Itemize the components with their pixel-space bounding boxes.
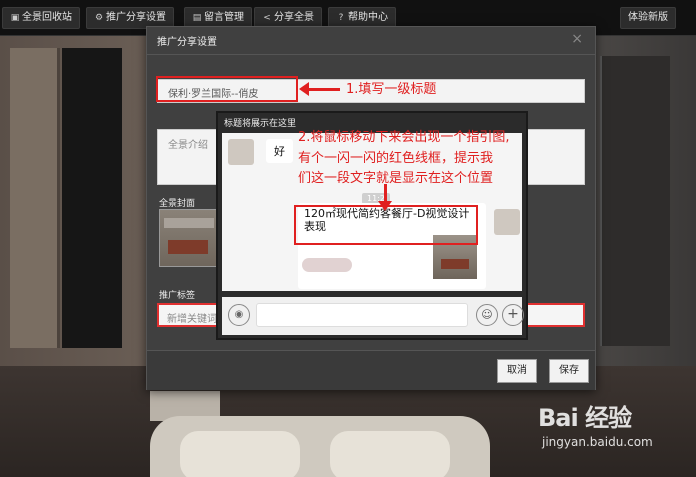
pillow-left xyxy=(180,431,300,477)
recycle-bin-button[interactable]: ▣ 全景回收站 xyxy=(2,7,80,29)
cancel-button[interactable]: 取消 xyxy=(497,359,537,383)
question-icon: ? xyxy=(338,13,344,23)
pillow-right xyxy=(330,431,450,477)
cover-label: 全景封面 xyxy=(159,199,196,209)
comment-icon: ▤ xyxy=(192,13,202,23)
share-panorama-label: 分享全景 xyxy=(274,12,314,23)
step2-annotation-line2: 有个一闪一闪的红色线框，提示我 xyxy=(298,151,494,166)
try-new-version-button[interactable]: 体验新版 xyxy=(620,7,676,29)
chat-input[interactable] xyxy=(256,303,468,327)
watermark-site: jingyan.baidu.com xyxy=(542,435,653,449)
emoji-icon[interactable]: ☺ xyxy=(476,304,498,326)
chat-input-bar: ◉ ☺ + xyxy=(222,297,524,335)
step1-annotation: 1.填写一级标题 xyxy=(346,82,437,97)
avatar xyxy=(228,139,254,165)
watermark-logo: Bai 经验 xyxy=(538,404,632,432)
message-bubble: 好 xyxy=(266,139,293,163)
arrow-left-icon xyxy=(299,82,340,96)
message-manage-label: 留言管理 xyxy=(204,12,244,23)
title-highlight-box xyxy=(156,76,298,102)
dialog-footer: 取消 保存 xyxy=(147,350,595,390)
card-title-highlight-box xyxy=(294,205,478,245)
wardrobe-dark-panel xyxy=(62,48,122,348)
save-button[interactable]: 保存 xyxy=(549,359,589,383)
help-center-label: 帮助中心 xyxy=(348,12,388,23)
plus-icon[interactable]: + xyxy=(502,304,524,326)
step2-annotation-line3: 们这一段文字就是显示在这个位置 xyxy=(298,171,494,186)
close-icon[interactable]: × xyxy=(571,31,583,47)
blurred-text xyxy=(302,258,352,272)
recycle-icon: ▣ xyxy=(10,13,20,23)
step2-annotation-line1: 2.将鼠标移动下来会出现一个指引图, xyxy=(298,130,510,145)
share-settings-label: 推广分享设置 xyxy=(106,12,166,23)
gear-icon: ⚙ xyxy=(94,13,104,23)
recycle-bin-label: 全景回收站 xyxy=(22,12,72,23)
cover-thumbnail-ceiling xyxy=(164,218,214,228)
tags-label: 推广标签 xyxy=(159,291,196,301)
share-icon: < xyxy=(263,13,271,23)
cover-thumbnail[interactable] xyxy=(159,209,219,267)
voice-icon[interactable]: ◉ xyxy=(228,304,250,326)
avatar xyxy=(494,209,520,235)
baidu-jingyan-watermark: Bai 经验 jingyan.baidu.com xyxy=(538,398,653,449)
arrow-down-icon xyxy=(378,184,392,211)
right-door xyxy=(600,56,670,346)
cover-thumbnail-sofa xyxy=(168,240,208,254)
dialog-header: 推广分享设置 × xyxy=(147,27,595,55)
share-card-image-sofa xyxy=(441,259,469,269)
wardrobe-panel xyxy=(10,48,60,348)
dialog-title: 推广分享设置 xyxy=(157,37,217,48)
